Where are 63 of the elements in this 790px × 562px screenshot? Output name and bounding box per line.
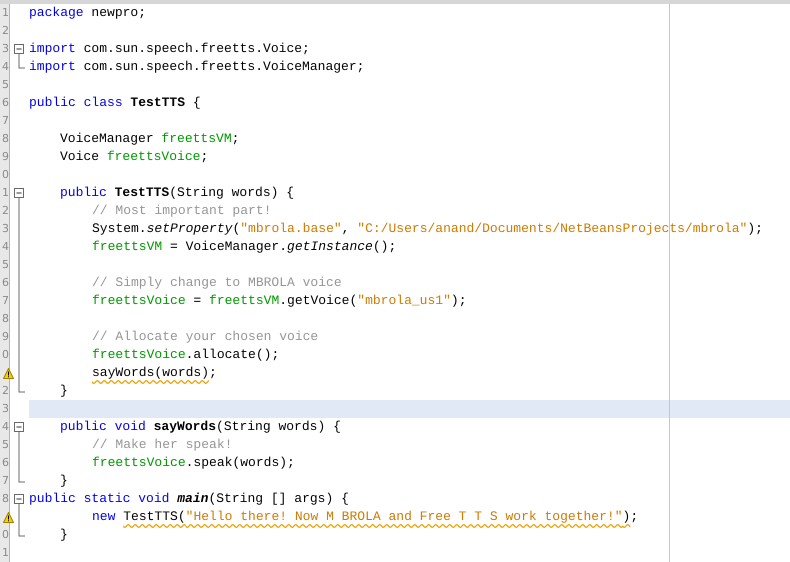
fold-end-line — [18, 382, 25, 393]
code-line: freettsVoice.speak(words); — [91, 454, 296, 472]
line-number: 6 — [2, 95, 9, 111]
code-line: VoiceManager freettsVM; — [59, 130, 240, 148]
code-line: } — [59, 526, 69, 544]
fold-toggle[interactable] — [14, 422, 24, 436]
code-line: } — [59, 472, 69, 490]
code-line: import com.sun.speech.freetts.VoiceManager; — [29, 58, 366, 76]
line-number: 7 — [2, 113, 9, 129]
line-number: 2 — [2, 203, 9, 219]
line-number: 5 — [2, 437, 9, 453]
line-number: 3 — [2, 401, 9, 417]
line-number: 1 — [2, 5, 9, 21]
fold-toggle[interactable] — [14, 494, 24, 508]
line-number: 9 — [2, 149, 9, 165]
line-number: 2 — [2, 383, 9, 399]
line-number: 4 — [2, 59, 9, 75]
fold-end-line — [18, 526, 25, 537]
line-number: 0 — [2, 347, 9, 363]
line-number: 5 — [2, 257, 9, 273]
code-line: // Make her speak! — [91, 436, 234, 454]
line-number: 1 — [2, 185, 9, 201]
code-line: } — [59, 382, 69, 400]
code-line: freettsVoice.allocate(); — [91, 346, 280, 364]
code-line: Voice freettsVoice; — [59, 148, 210, 166]
code-line: public TestTTS(String words) { — [59, 184, 296, 202]
line-number: 6 — [2, 275, 9, 291]
line-number: 7 — [2, 293, 9, 309]
line-number: 8 — [2, 491, 9, 507]
code-line: new TestTTS("Hello there! Now M BROLA and Free T T S work together!"); — [91, 508, 640, 526]
code-line: package newpro; — [29, 4, 148, 22]
line-number: 0 — [2, 527, 9, 543]
line-number: 6 — [2, 455, 9, 471]
line-number: 8 — [2, 131, 9, 147]
code-line: sayWords(words); — [91, 364, 218, 382]
fold-end-line — [18, 472, 25, 483]
warning-icon[interactable] — [3, 368, 14, 378]
line-number: 8 — [2, 311, 9, 327]
code-line: public class TestTTS { — [29, 94, 202, 112]
line-number: 3 — [2, 221, 9, 237]
code-line: public void sayWords(String words) { — [59, 418, 342, 436]
line-number: 7 — [2, 473, 9, 489]
warning-icon[interactable] — [3, 512, 14, 522]
code-line: // Allocate your chosen voice — [91, 328, 320, 346]
code-line: freettsVM = VoiceManager.getInstance(); — [91, 238, 398, 256]
line-number: 4 — [2, 239, 9, 255]
code-line: freettsVoice = freettsVM.getVoice("mbrola_us1"); — [91, 292, 468, 310]
fold-toggle[interactable] — [14, 44, 24, 58]
code-line: import com.sun.speech.freetts.Voice; — [29, 40, 311, 58]
fold-toggle[interactable] — [14, 188, 24, 202]
code-line: // Most important part! — [91, 202, 272, 220]
line-number: 3 — [2, 41, 9, 57]
code-line: System.setProperty("mbrola.base", "C:/Users/anand/Documents/NetBeansProjects/mbrola"); — [91, 220, 764, 238]
line-number: 2 — [2, 23, 9, 39]
code-line: public static void main(String [] args) { — [29, 490, 350, 508]
line-number: 4 — [2, 419, 9, 435]
line-number: 5 — [2, 77, 9, 93]
line-number: 9 — [2, 329, 9, 345]
line-number: 0 — [2, 167, 9, 183]
code-line: // Simply change to MBROLA voice — [91, 274, 343, 292]
fold-end-line — [18, 58, 25, 69]
fold-guide-line — [18, 508, 20, 526]
line-number: 1 — [2, 545, 9, 561]
